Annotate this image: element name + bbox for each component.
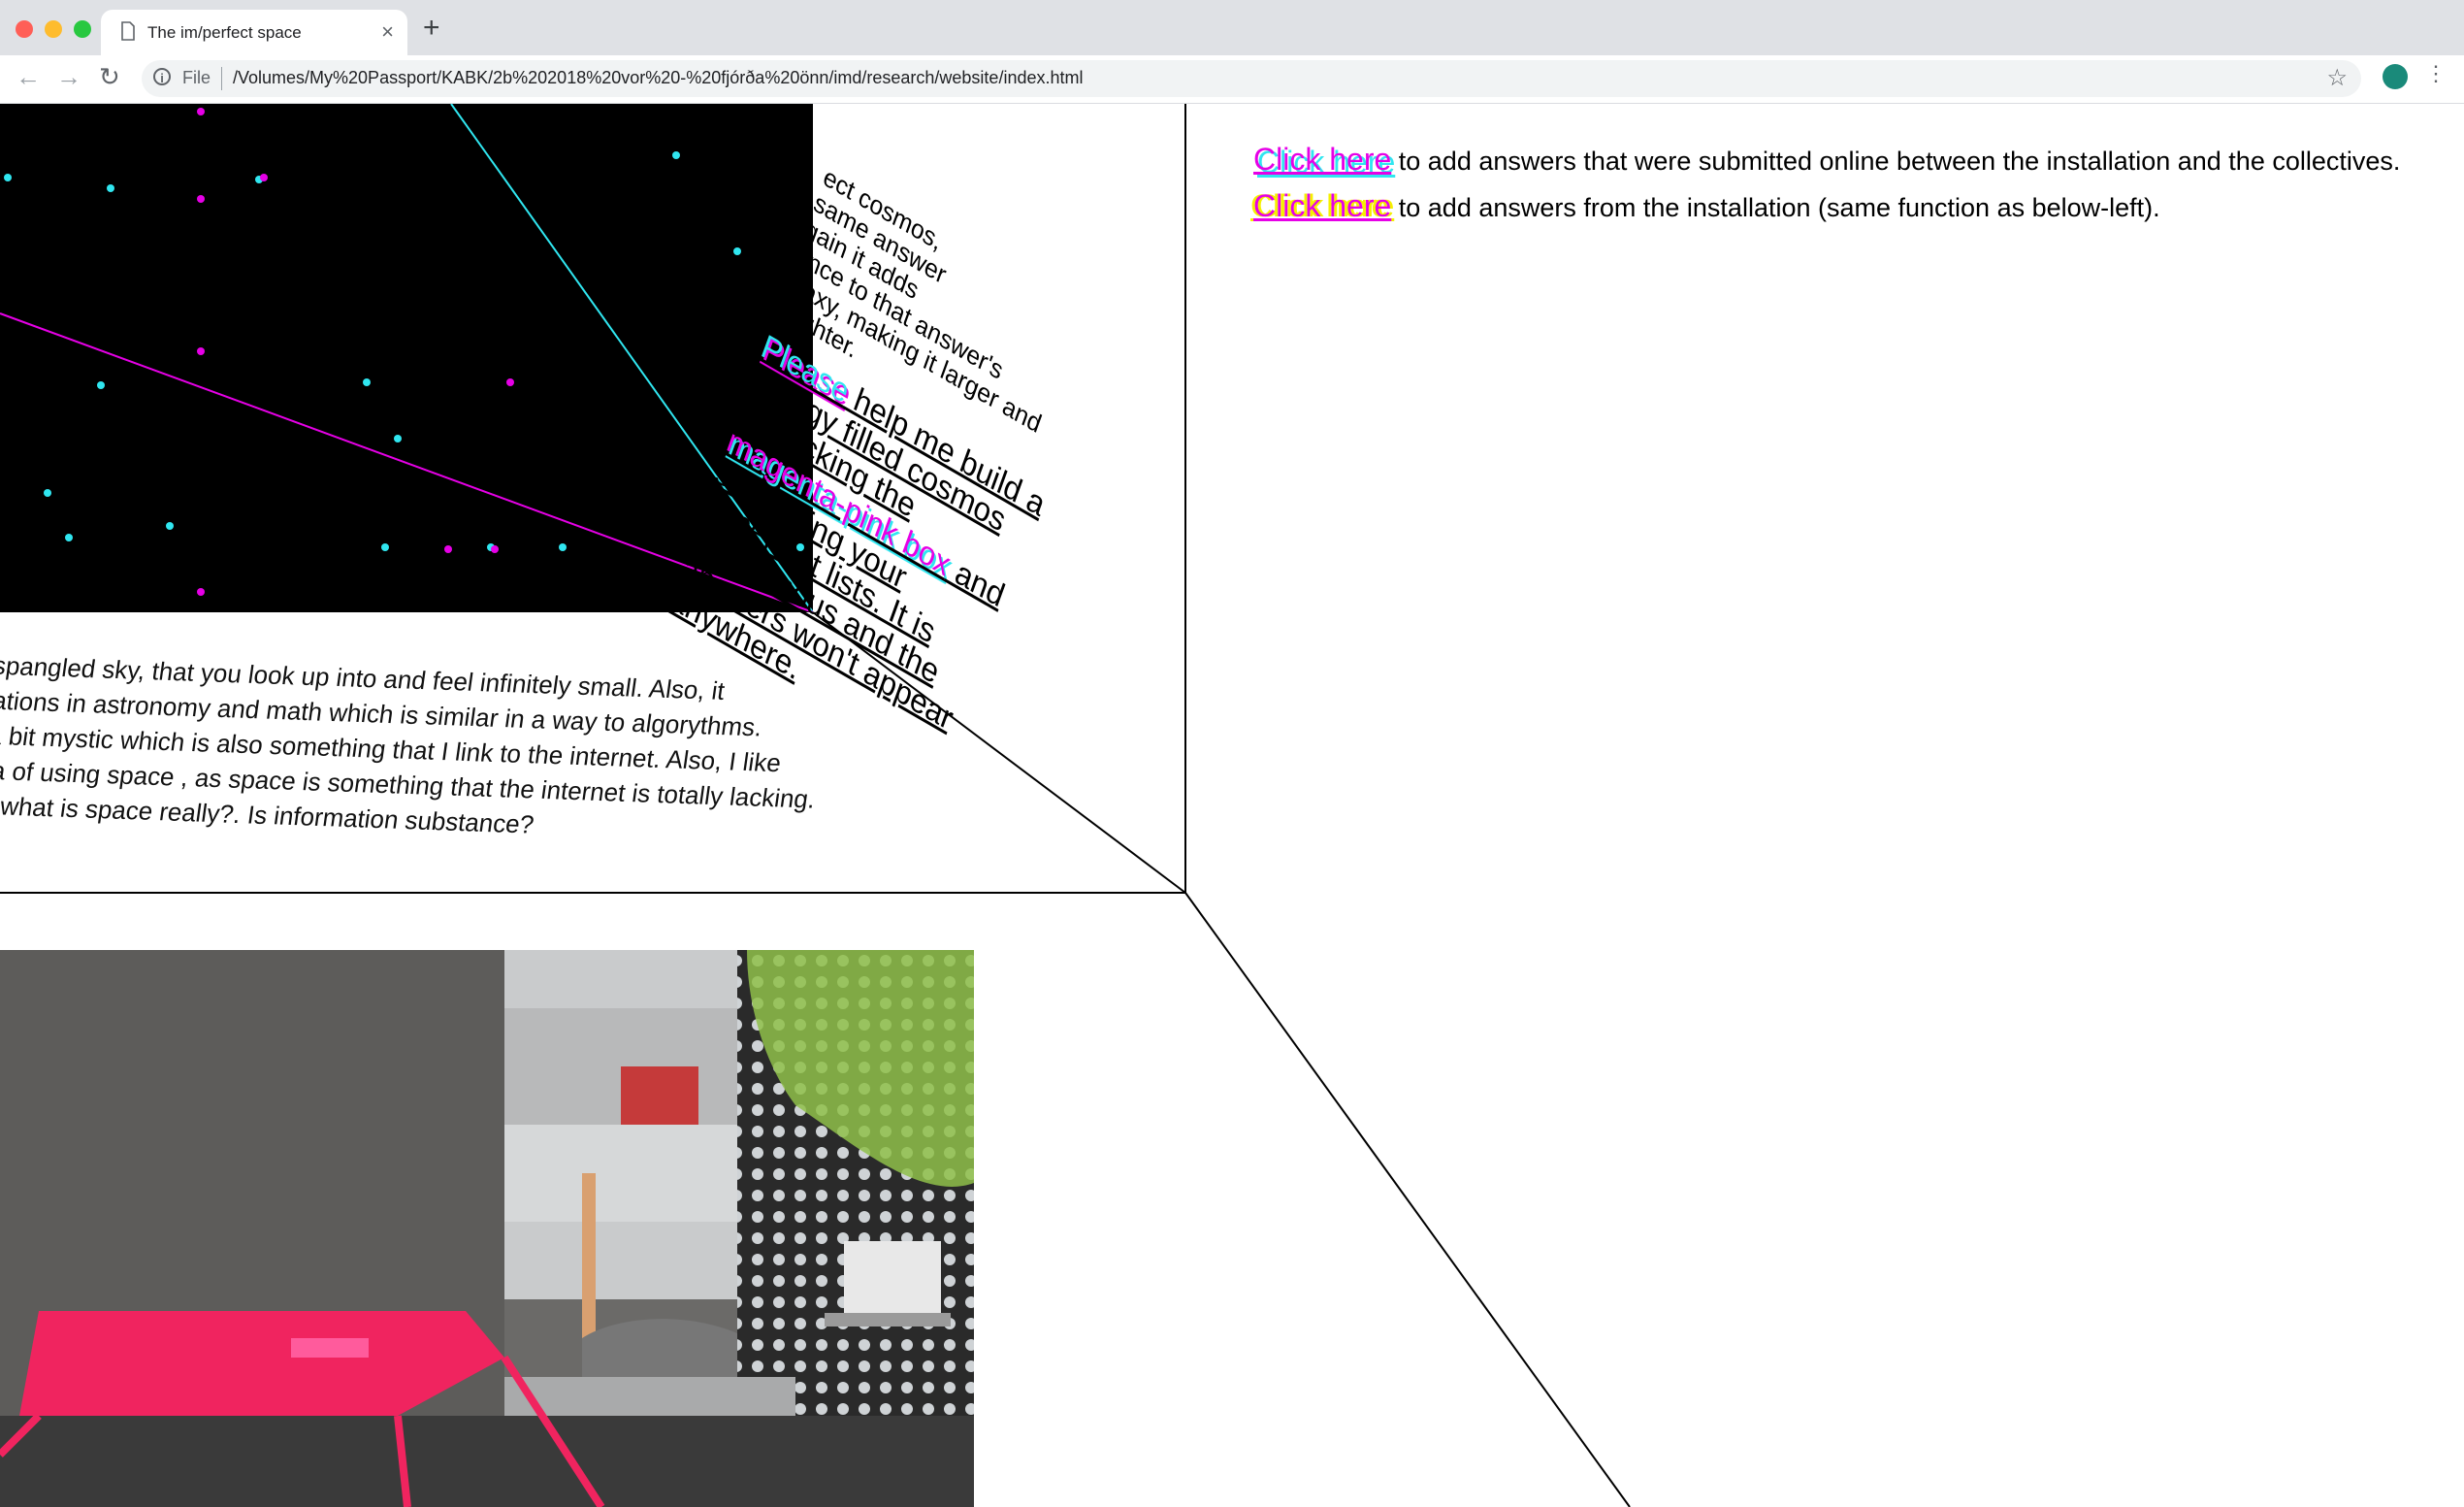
- reload-button[interactable]: ↻: [99, 64, 120, 89]
- shelf: [825, 1313, 951, 1327]
- bookmark-star-icon[interactable]: ☆: [2326, 64, 2348, 92]
- admin-link-row-2: Click here to add answers from the insta…: [1253, 183, 2400, 230]
- admin-links: Click here to add answers that were subm…: [1253, 137, 2400, 230]
- minimize-window-button[interactable]: [45, 20, 62, 38]
- document-icon: [120, 21, 138, 43]
- floor-surface: [0, 1416, 974, 1507]
- installation-photo-illustration: [0, 950, 974, 1507]
- pink-box: [291, 1338, 369, 1358]
- omnibox-divider: [221, 67, 222, 90]
- click-here-installation-link[interactable]: Click here: [1253, 188, 1391, 223]
- url-text[interactable]: /Volumes/My%20Passport/KABK/2b%202018%20…: [233, 68, 1083, 88]
- window-controls: [16, 20, 91, 38]
- back-button[interactable]: ←: [16, 64, 41, 89]
- link-description-1: to add answers that were submitted onlin…: [1391, 147, 2401, 176]
- floor-text-block: r spangled sky, that you look up into an…: [0, 647, 832, 852]
- street-pole: [582, 1173, 596, 1338]
- toolbar: ← → ↻ i File /Volumes/My%20Passport/KABK…: [0, 55, 2464, 104]
- white-box: [844, 1241, 941, 1313]
- installation-photo: [0, 950, 974, 1507]
- page-viewport: Click here to add answers that were subm…: [0, 104, 2464, 1507]
- new-tab-button[interactable]: +: [423, 14, 440, 43]
- click-here-online-link[interactable]: Click here: [1253, 142, 1391, 177]
- close-tab-icon[interactable]: ×: [381, 19, 394, 45]
- info-icon[interactable]: i: [153, 68, 171, 85]
- profile-avatar[interactable]: [2383, 64, 2408, 89]
- red-facade-panel: [621, 1066, 698, 1125]
- diagonal-edge: [1184, 892, 1631, 1507]
- street: [504, 1377, 795, 1416]
- admin-link-row-1: Click here to add answers that were subm…: [1253, 137, 2400, 183]
- forward-button[interactable]: →: [56, 64, 81, 89]
- link-description-2: to add answers from the installation (sa…: [1391, 193, 2160, 222]
- close-window-button[interactable]: [16, 20, 33, 38]
- car: [582, 1319, 737, 1377]
- browser-menu-icon[interactable]: ⋮: [2425, 63, 2447, 84]
- url-scheme-label: File: [182, 68, 211, 87]
- tab-title: The im/perfect space: [147, 23, 302, 42]
- browser-chrome: The im/perfect space × + ← → ↻ i File /V…: [0, 0, 2464, 104]
- address-bar[interactable]: i File /Volumes/My%20Passport/KABK/2b%20…: [142, 60, 2361, 97]
- tab-active[interactable]: The im/perfect space ×: [101, 10, 407, 55]
- maximize-window-button[interactable]: [74, 20, 91, 38]
- tab-bar: The im/perfect space × +: [0, 0, 2464, 55]
